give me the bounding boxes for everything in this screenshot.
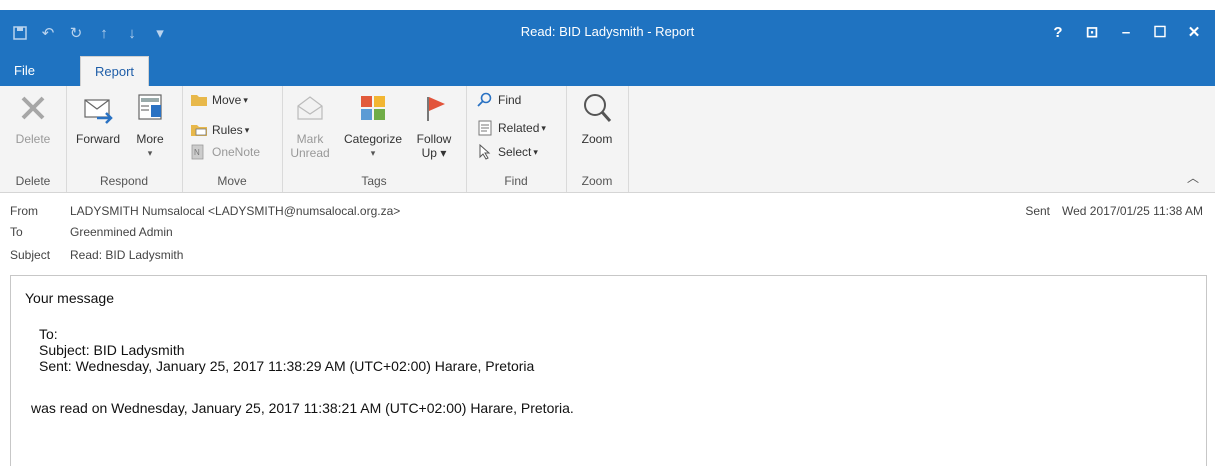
body-subject: Subject: BID Ladysmith bbox=[39, 342, 185, 358]
cursor-icon bbox=[476, 144, 494, 160]
subject-label: Subject bbox=[10, 248, 51, 262]
follow-up-label-2: Up ▾ bbox=[421, 146, 447, 160]
sent-value: Wed 2017/01/25 11:38 AM bbox=[1062, 204, 1203, 218]
more-icon bbox=[132, 90, 168, 126]
group-label-zoom: Zoom bbox=[581, 174, 613, 188]
rules-button[interactable]: Rules ▾ bbox=[190, 120, 249, 140]
body-sent: Sent: Wednesday, January 25, 2017 11:38:… bbox=[39, 358, 535, 374]
to-value[interactable]: Greenmined Admin bbox=[70, 225, 173, 239]
onenote-button[interactable]: N OneNote bbox=[190, 142, 260, 162]
window-controls: ? ⊡ – ☐ ✕ bbox=[1045, 20, 1207, 44]
message-body[interactable]: Your message To: Subject: BID Ladysmith … bbox=[10, 275, 1207, 466]
search-icon bbox=[476, 92, 494, 108]
ribbon: Delete Delete Forward More ▾ Respond Mov… bbox=[0, 86, 1215, 193]
from-value[interactable]: LADYSMITH Numsalocal <LADYSMITH@numsaloc… bbox=[70, 204, 400, 218]
find-button[interactable]: Find bbox=[476, 90, 521, 110]
select-button[interactable]: Select ▾ bbox=[476, 142, 538, 162]
sent-label: Sent bbox=[1025, 204, 1050, 218]
mark-unread-label-2: Unread bbox=[290, 146, 330, 160]
sent-info: Sent Wed 2017/01/25 11:38 AM bbox=[1025, 204, 1203, 218]
ribbon-display-button[interactable]: ⊡ bbox=[1079, 20, 1105, 44]
tab-report[interactable]: Report bbox=[80, 56, 150, 87]
group-label-respond: Respond bbox=[99, 174, 149, 188]
related-icon bbox=[476, 120, 494, 136]
group-label-tags: Tags bbox=[361, 174, 387, 188]
close-button[interactable]: ✕ bbox=[1181, 20, 1207, 44]
group-find: Find Related ▾ Select ▾ Find bbox=[466, 86, 567, 192]
group-tags: Mark Unread Categorize ▾ Follow Up ▾ Tag… bbox=[282, 86, 467, 192]
group-label-find: Find bbox=[504, 174, 528, 188]
more-label: More bbox=[136, 132, 164, 146]
body-read-receipt: was read on Wednesday, January 25, 2017 … bbox=[31, 400, 574, 416]
subject-value: Read: BID Ladysmith bbox=[70, 248, 184, 262]
to-row: To Greenmined Admin bbox=[10, 223, 173, 241]
select-label: Select bbox=[498, 145, 532, 159]
mark-unread-button[interactable]: Mark Unread bbox=[288, 90, 332, 160]
folder-move-icon bbox=[190, 92, 208, 108]
related-label: Related bbox=[498, 121, 540, 135]
group-delete: Delete Delete bbox=[0, 86, 67, 192]
help-button[interactable]: ? bbox=[1045, 20, 1071, 44]
forward-button[interactable]: Forward bbox=[72, 90, 124, 146]
follow-up-label-1: Follow bbox=[416, 132, 452, 146]
onenote-label: OneNote bbox=[212, 145, 261, 159]
related-button[interactable]: Related ▾ bbox=[476, 118, 546, 138]
zoom-icon bbox=[579, 90, 615, 126]
group-label-delete: Delete bbox=[15, 174, 51, 188]
delete-button[interactable]: Delete bbox=[10, 90, 56, 146]
follow-up-button[interactable]: Follow Up ▾ bbox=[412, 90, 456, 160]
more-button[interactable]: More ▾ bbox=[130, 90, 170, 159]
message-header: From LADYSMITH Numsalocal <LADYSMITH@num… bbox=[0, 200, 1215, 270]
group-label-move: Move bbox=[217, 174, 247, 188]
collapse-ribbon-icon[interactable]: ︿ bbox=[1187, 169, 1199, 186]
svg-text:N: N bbox=[194, 148, 200, 157]
more-dropdown-icon: ▾ bbox=[147, 148, 153, 158]
group-zoom: Zoom Zoom bbox=[566, 86, 629, 192]
mark-unread-label-1: Mark bbox=[296, 132, 324, 146]
flag-icon bbox=[416, 90, 452, 126]
from-row: From LADYSMITH Numsalocal <LADYSMITH@num… bbox=[10, 202, 400, 220]
body-intro: Your message bbox=[25, 290, 114, 306]
top-border bbox=[0, 0, 1215, 10]
maximize-button[interactable]: ☐ bbox=[1147, 20, 1173, 44]
forward-icon bbox=[80, 90, 116, 126]
forward-label: Forward bbox=[75, 132, 120, 146]
move-button[interactable]: Move ▾ bbox=[190, 90, 248, 110]
window-title: Read: BID Ladysmith - Report bbox=[520, 24, 695, 39]
zoom-label: Zoom bbox=[581, 132, 613, 146]
delete-label: Delete bbox=[15, 132, 51, 146]
categorize-icon bbox=[355, 90, 391, 126]
rules-label: Rules bbox=[212, 123, 243, 137]
onenote-icon: N bbox=[190, 144, 208, 160]
ribbon-tabs: File Report bbox=[0, 56, 1215, 87]
minimize-button[interactable]: – bbox=[1113, 20, 1139, 44]
body-to: To: bbox=[39, 326, 58, 342]
rules-icon bbox=[190, 122, 208, 138]
group-respond: Forward More ▾ Respond bbox=[66, 86, 183, 192]
subject-row: Subject Read: BID Ladysmith bbox=[10, 246, 183, 264]
title-bar: ↶ ↻ ↑ ↓ ▾ Read: BID Ladysmith - Report ?… bbox=[0, 10, 1215, 56]
categorize-dropdown-icon: ▾ bbox=[370, 148, 376, 158]
from-label: From bbox=[10, 204, 38, 218]
categorize-button[interactable]: Categorize ▾ bbox=[338, 90, 408, 159]
zoom-button[interactable]: Zoom bbox=[574, 90, 620, 146]
delete-icon bbox=[15, 90, 51, 126]
categorize-label: Categorize bbox=[343, 132, 403, 146]
find-label: Find bbox=[498, 93, 522, 107]
move-label: Move bbox=[212, 93, 242, 107]
envelope-open-icon bbox=[292, 90, 328, 126]
to-label: To bbox=[10, 225, 23, 239]
group-move: Move ▾ Rules ▾ N OneNote Move bbox=[182, 86, 283, 192]
tab-file[interactable]: File bbox=[0, 56, 49, 86]
